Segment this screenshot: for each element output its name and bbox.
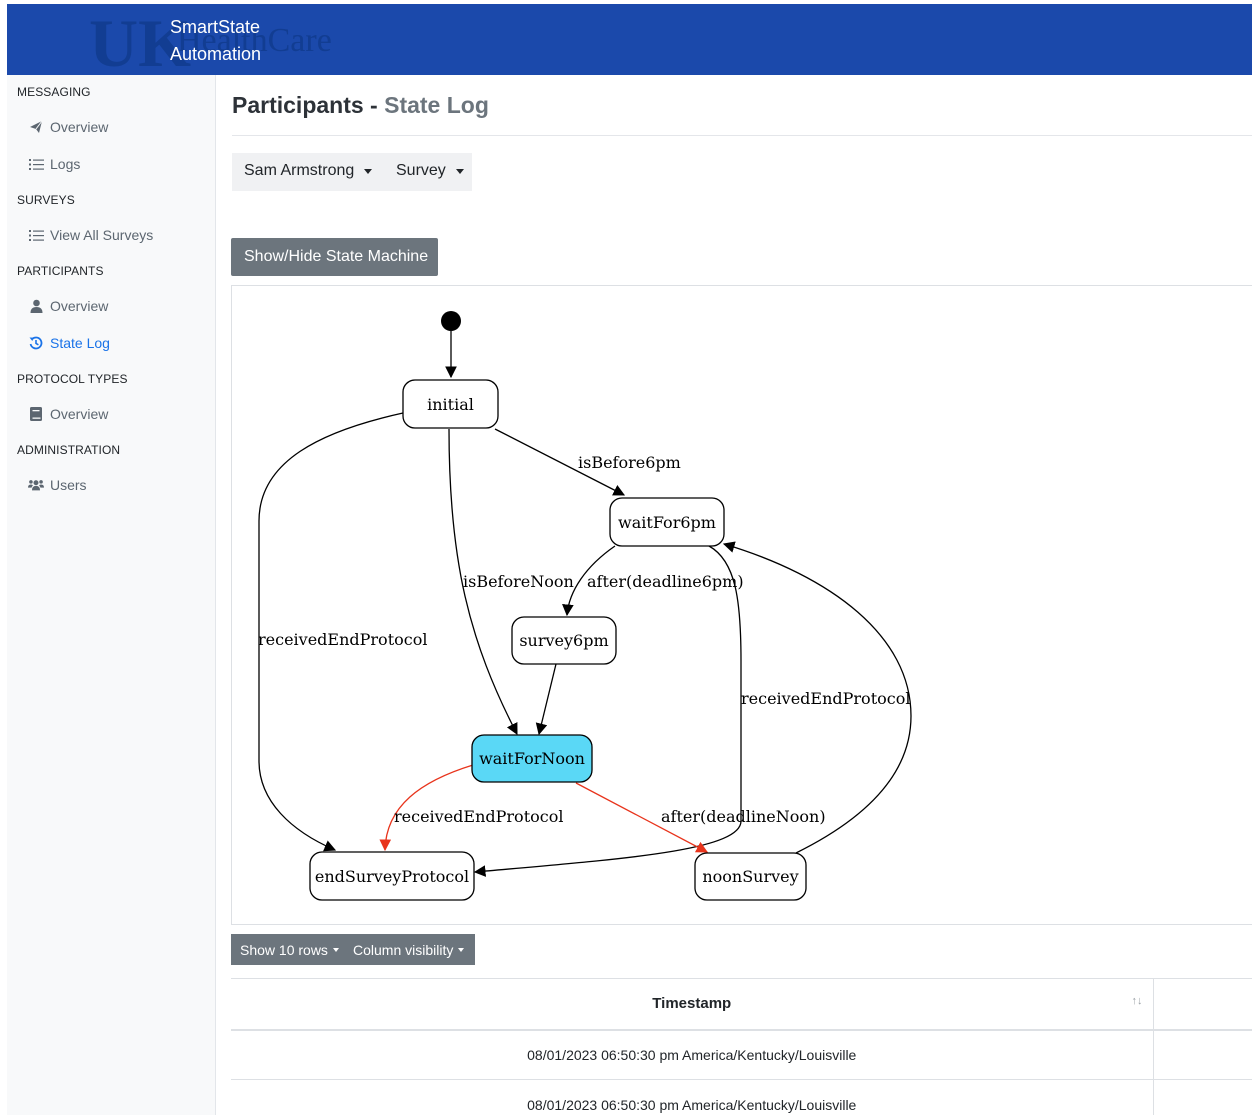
state-node-waitForNoon[interactable]: waitForNoon bbox=[471, 734, 593, 783]
sidebar-section-protocol-types: PROTOCOL TYPES bbox=[17, 372, 128, 386]
column-visibility-label: Column visibility bbox=[353, 941, 454, 958]
list-icon bbox=[28, 227, 44, 243]
sidebar-item-label: State Log bbox=[50, 335, 110, 351]
state-node-survey6pm[interactable]: survey6pm bbox=[511, 616, 617, 665]
state-label: noonSurvey bbox=[702, 867, 798, 886]
toggle-state-machine-button[interactable]: Show/Hide State Machine bbox=[231, 238, 438, 276]
title-divider bbox=[232, 135, 1252, 136]
show-rows-label: Show 10 rows bbox=[240, 941, 328, 958]
edge-label: receivedEndProtocol bbox=[741, 689, 910, 708]
page-title-main: Participants bbox=[232, 92, 364, 118]
type-dropdown[interactable]: Survey bbox=[396, 162, 464, 180]
page-title: Participants - State Log bbox=[232, 92, 489, 119]
state-label: waitForNoon bbox=[479, 749, 585, 768]
column-header-label: Timestamp bbox=[652, 995, 732, 1013]
brand-line-1: SmartState bbox=[170, 17, 261, 37]
table-controls: Show 10 rows Column visibility bbox=[231, 934, 475, 965]
sidebar-item-label: Users bbox=[50, 477, 87, 493]
sidebar-section-surveys: SURVEYS bbox=[17, 193, 75, 207]
sidebar-item-label: Overview bbox=[50, 406, 109, 422]
table-row: 08/01/2023 06:50:30 pm America/Kentucky/… bbox=[231, 1079, 1252, 1115]
participant-dropdown-label: Sam Armstrong bbox=[244, 162, 355, 179]
page-title-separator: - bbox=[363, 92, 385, 118]
edge-label: receivedEndProtocol bbox=[258, 630, 427, 649]
table-row: 08/01/2023 06:50:30 pm America/Kentucky/… bbox=[231, 1029, 1252, 1080]
sidebar-item-label: Overview bbox=[50, 298, 109, 314]
state-machine-panel: isBefore6pm isBeforeNoon receivedEndProt… bbox=[231, 285, 1252, 925]
sidebar-item-view-all-surveys[interactable]: View All Surveys bbox=[28, 227, 153, 243]
column-header-extra bbox=[1153, 978, 1252, 1031]
sidebar-section-messaging: MESSAGING bbox=[17, 85, 91, 99]
state-node-initial[interactable]: initial bbox=[402, 379, 499, 429]
table-cell-timestamp: 08/01/2023 06:50:30 pm America/Kentucky/… bbox=[231, 1079, 1154, 1115]
top-navbar: UK HealthCare SmartState Automation bbox=[7, 4, 1252, 75]
sidebar-item-protocol-overview[interactable]: Overview bbox=[28, 406, 108, 422]
state-label: waitFor6pm bbox=[618, 513, 716, 532]
list-icon bbox=[28, 156, 44, 172]
show-rows-button[interactable]: Show 10 rows bbox=[231, 934, 343, 965]
state-machine-diagram: isBefore6pm isBeforeNoon receivedEndProt… bbox=[258, 311, 912, 901]
table-cell bbox=[1153, 1029, 1252, 1080]
sidebar-item-state-log[interactable]: State Log bbox=[28, 335, 110, 351]
history-icon bbox=[28, 335, 44, 351]
page-title-sub: State Log bbox=[384, 92, 489, 118]
state-label: initial bbox=[427, 395, 474, 414]
caret-down-icon bbox=[458, 947, 465, 952]
app-brand[interactable]: SmartState Automation bbox=[170, 14, 261, 68]
edge-label: isBefore6pm bbox=[578, 453, 681, 472]
column-visibility-button[interactable]: Column visibility bbox=[344, 934, 475, 965]
edge-label: after(deadline6pm) bbox=[587, 572, 744, 591]
edge-label: after(deadlineNoon) bbox=[661, 807, 826, 826]
start-node bbox=[441, 311, 461, 331]
state-log-table: Timestamp ↑↓ 08/01/2023 06:50:30 pm Amer… bbox=[231, 978, 1252, 1115]
sidebar: MESSAGING Overview Logs SURVEYS View All… bbox=[7, 75, 216, 1115]
sidebar-item-participants-overview[interactable]: Overview bbox=[28, 298, 108, 314]
sidebar-item-users[interactable]: Users bbox=[28, 477, 87, 493]
sort-icon[interactable]: ↑↓ bbox=[1132, 995, 1143, 1007]
sidebar-item-label: Overview bbox=[50, 119, 109, 135]
column-header-timestamp[interactable]: Timestamp ↑↓ bbox=[231, 978, 1154, 1031]
users-icon bbox=[28, 477, 44, 493]
state-node-waitFor6pm[interactable]: waitFor6pm bbox=[609, 497, 725, 547]
filter-bar: Sam Armstrong Survey bbox=[232, 153, 472, 191]
participant-dropdown[interactable]: Sam Armstrong bbox=[244, 162, 373, 180]
paper-plane-icon bbox=[28, 119, 44, 135]
sidebar-item-messaging-overview[interactable]: Overview bbox=[28, 119, 108, 135]
caret-down-icon bbox=[455, 168, 464, 174]
type-dropdown-label: Survey bbox=[396, 162, 446, 179]
state-node-endSurveyProtocol[interactable]: endSurveyProtocol bbox=[309, 851, 475, 901]
table-cell bbox=[1153, 1079, 1252, 1115]
edge-label: isBeforeNoon bbox=[463, 572, 574, 591]
state-label: endSurveyProtocol bbox=[315, 867, 469, 886]
book-icon bbox=[28, 406, 44, 422]
edge-survey6pm-waitForNoon bbox=[535, 663, 557, 736]
sidebar-item-label: View All Surveys bbox=[50, 227, 154, 243]
caret-down-icon bbox=[332, 947, 339, 952]
sidebar-item-label: Logs bbox=[50, 156, 81, 172]
state-node-noonSurvey[interactable]: noonSurvey bbox=[694, 852, 807, 901]
caret-down-icon bbox=[364, 168, 373, 174]
sidebar-section-administration: ADMINISTRATION bbox=[17, 443, 121, 457]
brand-line-2: Automation bbox=[170, 44, 262, 64]
sidebar-item-logs[interactable]: Logs bbox=[28, 156, 80, 172]
state-label: survey6pm bbox=[519, 631, 608, 650]
edge-label: receivedEndProtocol bbox=[394, 807, 563, 826]
table-cell-timestamp: 08/01/2023 06:50:30 pm America/Kentucky/… bbox=[231, 1029, 1154, 1080]
user-icon bbox=[28, 298, 44, 314]
sidebar-section-participants: PARTICIPANTS bbox=[17, 264, 104, 278]
table-header-row: Timestamp ↑↓ bbox=[231, 978, 1252, 1031]
